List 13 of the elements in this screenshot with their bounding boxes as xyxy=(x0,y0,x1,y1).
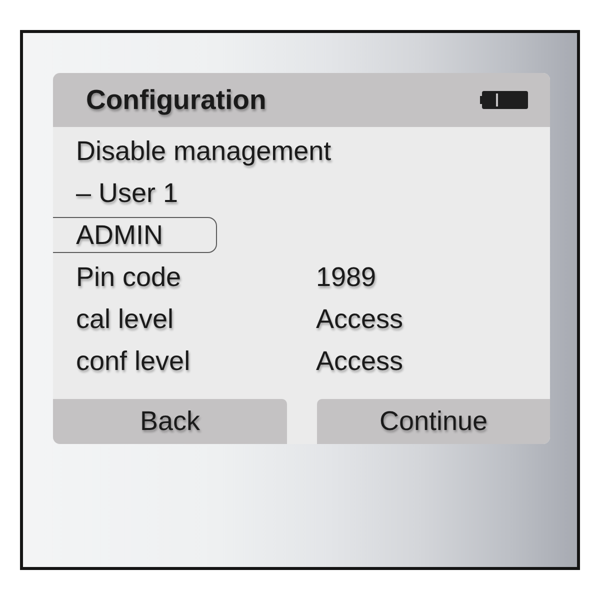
menu-item[interactable]: – User 1 xyxy=(53,175,217,211)
setting-value: 1989 xyxy=(316,262,378,292)
back-button[interactable]: Back xyxy=(53,399,287,444)
menu-item[interactable]: cal level xyxy=(53,301,217,337)
menu-item[interactable]: Pin code xyxy=(53,259,217,295)
menu-item[interactable]: conf level xyxy=(53,343,217,379)
continue-button[interactable]: Continue xyxy=(317,399,550,444)
menu-item[interactable]: ADMIN xyxy=(53,217,217,253)
setting-value: Access xyxy=(316,346,404,376)
battery-icon xyxy=(480,88,528,112)
setting-value: Access xyxy=(316,304,404,334)
menu-item[interactable]: Disable management xyxy=(53,133,344,169)
dialog-title: Configuration xyxy=(86,84,266,116)
